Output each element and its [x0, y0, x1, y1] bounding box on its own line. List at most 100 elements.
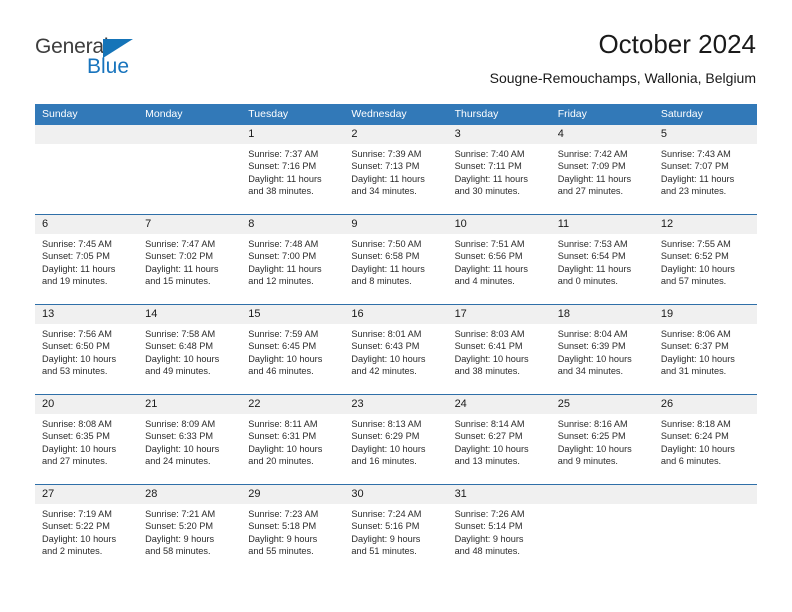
day-number-11[interactable]: 11	[551, 215, 654, 234]
day-number-empty	[35, 125, 138, 144]
sunset-text: Sunset: 7:16 PM	[248, 161, 317, 172]
day-cell-8[interactable]: Sunrise: 7:48 AM Sunset: 7:00 PM Daylight:…	[241, 234, 344, 304]
day-cell-9[interactable]: Sunrise: 7:50 AM Sunset: 6:58 PM Daylight:…	[344, 234, 447, 304]
daylight-text-line2: and 38 minutes.	[248, 186, 314, 197]
day-number-20[interactable]: 20	[35, 395, 138, 414]
day-cell-28[interactable]: Sunrise: 7:21 AM Sunset: 5:20 PM Daylight:…	[138, 504, 241, 574]
day-number-16[interactable]: 16	[344, 305, 447, 324]
day-number-4[interactable]: 4	[551, 125, 654, 144]
day-number-26[interactable]: 26	[654, 395, 757, 414]
daylight-text-line2: and 6 minutes.	[660, 456, 722, 467]
day-number-25[interactable]: 25	[551, 395, 654, 414]
day-number-29[interactable]: 29	[241, 485, 344, 504]
brand-logo[interactable]: General Blue	[35, 36, 225, 86]
day-cell-11[interactable]: Sunrise: 7:53 AM Sunset: 6:54 PM Daylight:…	[551, 234, 654, 304]
day-number-7[interactable]: 7	[138, 215, 241, 234]
sunrise-text: Sunrise: 8:03 AM	[454, 329, 525, 339]
day-number-9[interactable]: 9	[344, 215, 447, 234]
daylight-text-line1: Daylight: 10 hours	[42, 443, 117, 454]
daylight-text-line2: and 19 minutes.	[42, 276, 108, 287]
daylight-text-line1: Daylight: 9 hours	[248, 533, 318, 544]
day-number-28[interactable]: 28	[138, 485, 241, 504]
day-number-2[interactable]: 2	[344, 125, 447, 144]
daylight-text-line1: Daylight: 9 hours	[351, 533, 421, 544]
day-number-21[interactable]: 21	[138, 395, 241, 414]
day-cell-4[interactable]: Sunrise: 7:42 AM Sunset: 7:09 PM Daylight:…	[551, 144, 654, 214]
day-cell-1[interactable]: Sunrise: 7:37 AM Sunset: 7:16 PM Daylight:…	[241, 144, 344, 214]
day-number-3[interactable]: 3	[448, 125, 551, 144]
day-cell-26[interactable]: Sunrise: 8:18 AM Sunset: 6:24 PM Daylight:…	[654, 414, 757, 484]
day-number-22[interactable]: 22	[241, 395, 344, 414]
day-cell-22[interactable]: Sunrise: 8:11 AM Sunset: 6:31 PM Daylight:…	[241, 414, 344, 484]
day-cell-27[interactable]: Sunrise: 7:19 AM Sunset: 5:22 PM Daylight:…	[35, 504, 138, 574]
calendar-grid: Sunday Monday Tuesday Wednesday Thursday Frid…	[35, 104, 757, 574]
daylight-text-line1: Daylight: 9 hours	[454, 533, 524, 544]
sunset-text: Sunset: 7:11 PM	[454, 161, 522, 172]
calendar-week-row: 1 2 3 4 5 Sunrise: 7:37 AM Sunset: 7:16 PM Dayl…	[35, 125, 757, 214]
day-number-23[interactable]: 23	[344, 395, 447, 414]
day-cell-3[interactable]: Sunrise: 7:40 AM Sunset: 7:11 PM Daylight:…	[448, 144, 551, 214]
day-cell-14[interactable]: Sunrise: 7:58 AM Sunset: 6:48 PM Daylight:…	[138, 324, 241, 394]
sunset-text: Sunset: 6:52 PM	[660, 251, 729, 262]
day-cell-6[interactable]: Sunrise: 7:45 AM Sunset: 7:05 PM Daylight:…	[35, 234, 138, 304]
day-cell-10[interactable]: Sunrise: 7:51 AM Sunset: 6:56 PM Daylight:…	[448, 234, 551, 304]
daylight-text-line2: and 34 minutes.	[557, 366, 624, 377]
day-cell-12[interactable]: Sunrise: 7:55 AM Sunset: 6:52 PM Daylight:…	[654, 234, 757, 304]
day-cell-25[interactable]: Sunrise: 8:16 AM Sunset: 6:25 PM Daylight:…	[551, 414, 654, 484]
day-cell-16[interactable]: Sunrise: 8:01 AM Sunset: 6:43 PM Daylight:…	[344, 324, 447, 394]
daylight-text-line2: and 8 minutes.	[351, 276, 412, 287]
day-cell-18[interactable]: Sunrise: 8:04 AM Sunset: 6:39 PM Daylight:…	[551, 324, 654, 394]
day-cell-15[interactable]: Sunrise: 7:59 AM Sunset: 6:45 PM Daylight:…	[241, 324, 344, 394]
day-number-15[interactable]: 15	[241, 305, 344, 324]
day-number-18[interactable]: 18	[551, 305, 654, 324]
day-number-30[interactable]: 30	[344, 485, 447, 504]
day-number-5[interactable]: 5	[654, 125, 757, 144]
day-number-24[interactable]: 24	[448, 395, 551, 414]
day-number-1[interactable]: 1	[241, 125, 344, 144]
day-number-13[interactable]: 13	[35, 305, 138, 324]
day-cell-23[interactable]: Sunrise: 8:13 AM Sunset: 6:29 PM Daylight:…	[344, 414, 447, 484]
week-date-band: 6 7 8 9 10 11 12	[35, 215, 757, 234]
day-number-31[interactable]: 31	[448, 485, 551, 504]
day-number-19[interactable]: 19	[654, 305, 757, 324]
daylight-text-line2: and 0 minutes.	[557, 276, 618, 287]
daylight-text-line2: and 57 minutes.	[660, 276, 727, 287]
day-number-8[interactable]: 8	[241, 215, 344, 234]
day-cell-empty	[35, 144, 138, 214]
daylight-text-line1: Daylight: 10 hours	[42, 533, 117, 544]
calendar-page: General Blue October 2024 Sougne-Remouch…	[0, 0, 792, 612]
day-cell-17[interactable]: Sunrise: 8:03 AM Sunset: 6:41 PM Daylight:…	[448, 324, 551, 394]
day-cell-20[interactable]: Sunrise: 8:08 AM Sunset: 6:35 PM Daylight:…	[35, 414, 138, 484]
day-number-17[interactable]: 17	[448, 305, 551, 324]
sunset-text: Sunset: 6:25 PM	[557, 431, 626, 442]
day-number-14[interactable]: 14	[138, 305, 241, 324]
day-cell-31[interactable]: Sunrise: 7:26 AM Sunset: 5:14 PM Daylight:…	[448, 504, 551, 574]
day-number-27[interactable]: 27	[35, 485, 138, 504]
day-cell-7[interactable]: Sunrise: 7:47 AM Sunset: 7:02 PM Daylight:…	[138, 234, 241, 304]
sunrise-text: Sunrise: 7:40 AM	[454, 149, 525, 159]
sunrise-text: Sunrise: 8:13 AM	[351, 419, 422, 429]
day-cell-29[interactable]: Sunrise: 7:23 AM Sunset: 5:18 PM Daylight:…	[241, 504, 344, 574]
day-cell-30[interactable]: Sunrise: 7:24 AM Sunset: 5:16 PM Daylight:…	[344, 504, 447, 574]
daylight-text-line1: Daylight: 11 hours	[557, 173, 632, 184]
sunrise-text: Sunrise: 7:51 AM	[454, 239, 525, 249]
brand-name-secondary: Blue	[87, 55, 130, 78]
day-number-6[interactable]: 6	[35, 215, 138, 234]
day-cell-2[interactable]: Sunrise: 7:39 AM Sunset: 7:13 PM Daylight:…	[344, 144, 447, 214]
daylight-text-line1: Daylight: 10 hours	[660, 443, 735, 454]
day-number-10[interactable]: 10	[448, 215, 551, 234]
day-cell-24[interactable]: Sunrise: 8:14 AM Sunset: 6:27 PM Daylight:…	[448, 414, 551, 484]
sunset-text: Sunset: 7:07 PM	[660, 161, 729, 172]
day-cell-13[interactable]: Sunrise: 7:56 AM Sunset: 6:50 PM Daylight:…	[35, 324, 138, 394]
daylight-text-line2: and 4 minutes.	[454, 276, 515, 287]
daylight-text-line2: and 20 minutes.	[248, 456, 314, 467]
day-number-12[interactable]: 12	[654, 215, 757, 234]
sunset-text: Sunset: 5:16 PM	[351, 521, 420, 532]
day-cell-19[interactable]: Sunrise: 8:06 AM Sunset: 6:37 PM Daylight:…	[654, 324, 757, 394]
day-cell-21[interactable]: Sunrise: 8:09 AM Sunset: 6:33 PM Daylight:…	[138, 414, 241, 484]
week-date-band: 27 28 29 30 31	[35, 485, 757, 504]
sunrise-text: Sunrise: 8:18 AM	[660, 419, 731, 429]
sunset-text: Sunset: 7:05 PM	[42, 251, 110, 262]
sunrise-text: Sunrise: 7:23 AM	[248, 509, 319, 519]
day-cell-5[interactable]: Sunrise: 7:43 AM Sunset: 7:07 PM Daylight:…	[654, 144, 757, 214]
